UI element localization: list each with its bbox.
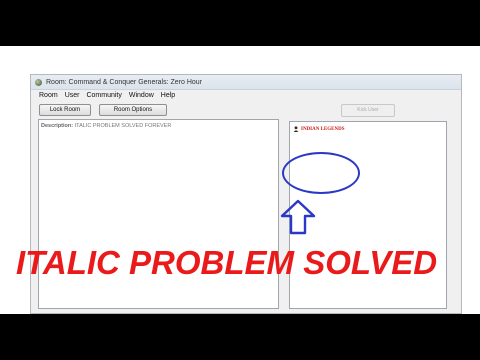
- menu-room[interactable]: Room: [39, 92, 58, 99]
- annotation-circle: [282, 152, 360, 194]
- menu-community[interactable]: Community: [86, 92, 121, 99]
- menu-window[interactable]: Window: [129, 92, 154, 99]
- lock-room-button[interactable]: Lock Room: [39, 103, 91, 116]
- menu-bar: Room User Community Window Help: [31, 90, 461, 101]
- user-name: INDIAN LEGENDS: [301, 126, 345, 132]
- window-title: Room: Command & Conquer Generals: Zero H…: [46, 78, 203, 86]
- kick-user-button[interactable]: Kick User: [341, 104, 395, 117]
- up-arrow-icon: [280, 199, 316, 235]
- description-text: ITALIC PROBLEM SOLVED FOREVER: [74, 123, 172, 129]
- headline-overlay: ITALIC PROBLEM SOLVED: [16, 244, 438, 281]
- toolbar: Lock Room Room Options Kick User: [31, 101, 461, 118]
- user-icon: [293, 126, 299, 132]
- title-bar: Room: Command & Conquer Generals: Zero H…: [31, 75, 461, 90]
- menu-user[interactable]: User: [65, 92, 80, 99]
- app-icon: [35, 78, 42, 86]
- user-list-item[interactable]: INDIAN LEGENDS: [293, 126, 344, 132]
- video-frame: Room: Command & Conquer Generals: Zero H…: [0, 46, 480, 314]
- description-label: Description:: [41, 123, 74, 129]
- room-options-button[interactable]: Room Options: [99, 103, 167, 116]
- menu-help[interactable]: Help: [161, 92, 175, 99]
